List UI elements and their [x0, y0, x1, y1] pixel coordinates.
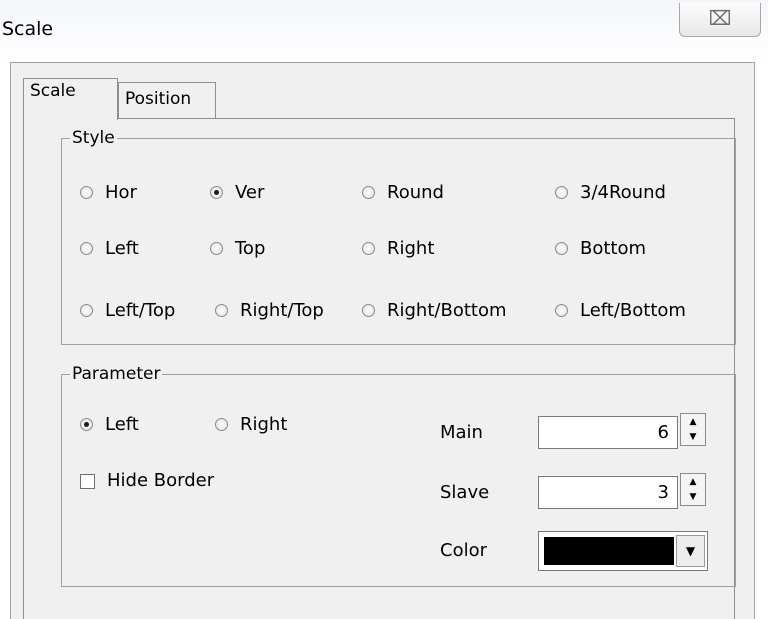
color-swatch — [544, 537, 674, 565]
radio-label: Right/Top — [240, 300, 324, 321]
color-label: Color — [440, 540, 487, 561]
radio-button-icon — [362, 242, 375, 255]
spin-up-icon[interactable]: ▲ — [681, 415, 705, 430]
slave-spinner[interactable]: ▲ ▼ — [680, 473, 706, 506]
slave-label: Slave — [440, 482, 490, 503]
radio-label: Round — [387, 182, 444, 203]
style-group-title: Style — [70, 127, 117, 149]
dropdown-arrow-icon[interactable]: ▼ — [676, 535, 705, 567]
radio-style-right-top[interactable]: Right/Top — [215, 300, 324, 321]
radio-button-icon — [555, 304, 568, 317]
radio-style-hor[interactable]: Hor — [80, 182, 137, 203]
close-icon: ⌧ — [708, 6, 732, 30]
spin-up-icon[interactable]: ▲ — [681, 475, 705, 490]
radio-style-right-bottom[interactable]: Right/Bottom — [362, 300, 507, 321]
radio-style-left-top[interactable]: Left/Top — [80, 300, 175, 321]
radio-label: Left — [105, 238, 139, 259]
radio-label: Top — [235, 238, 266, 259]
window-title: Scale — [2, 18, 54, 40]
spin-down-icon[interactable]: ▼ — [681, 430, 705, 445]
radio-style-left[interactable]: Left — [80, 238, 139, 259]
radio-label: Bottom — [580, 238, 647, 259]
radio-label: Hor — [105, 182, 137, 203]
radio-style-right[interactable]: Right — [362, 238, 434, 259]
radio-param-left[interactable]: Left — [80, 414, 139, 435]
tab-scale[interactable]: Scale — [23, 78, 118, 120]
close-button[interactable]: ⌧ — [679, 3, 761, 37]
tab-position[interactable]: Position — [118, 82, 216, 118]
radio-style-3-4round[interactable]: 3/4Round — [555, 182, 666, 203]
main-input[interactable]: 6 — [538, 416, 678, 449]
spin-down-icon[interactable]: ▼ — [681, 490, 705, 505]
radio-button-icon — [362, 186, 375, 199]
color-dropdown[interactable]: ▼ — [538, 531, 708, 571]
radio-label: Ver — [235, 182, 265, 203]
radio-label: 3/4Round — [580, 182, 666, 203]
radio-button-icon — [555, 242, 568, 255]
radio-button-checked-icon — [80, 418, 93, 431]
radio-button-icon — [215, 418, 228, 431]
radio-button-icon — [80, 242, 93, 255]
main-label: Main — [440, 422, 483, 443]
radio-style-left-bottom[interactable]: Left/Bottom — [555, 300, 686, 321]
hide-border-checkbox[interactable] — [80, 474, 95, 489]
title-bar: Scale ⌧ — [0, 0, 768, 62]
main-spinner[interactable]: ▲ ▼ — [680, 413, 706, 446]
radio-button-icon — [215, 304, 228, 317]
radio-label: Left — [105, 414, 139, 435]
radio-button-icon — [80, 186, 93, 199]
radio-label: Right — [387, 238, 435, 259]
hide-border-label: Hide Border — [107, 470, 215, 491]
slave-input[interactable]: 3 — [538, 476, 678, 509]
radio-style-round[interactable]: Round — [362, 182, 444, 203]
radio-button-icon — [80, 304, 93, 317]
radio-label: Left/Bottom — [580, 300, 686, 321]
radio-param-right[interactable]: Right — [215, 414, 287, 435]
radio-style-ver[interactable]: Ver — [210, 182, 264, 203]
radio-style-top[interactable]: Top — [210, 238, 265, 259]
parameter-group-title: Parameter — [70, 363, 163, 385]
radio-button-icon — [210, 242, 223, 255]
radio-button-checked-icon — [210, 186, 223, 199]
radio-button-icon — [362, 304, 375, 317]
radio-style-bottom[interactable]: Bottom — [555, 238, 646, 259]
radio-label: Right — [240, 414, 288, 435]
radio-label: Right/Bottom — [387, 300, 507, 321]
radio-label: Left/Top — [105, 300, 176, 321]
radio-button-icon — [555, 186, 568, 199]
